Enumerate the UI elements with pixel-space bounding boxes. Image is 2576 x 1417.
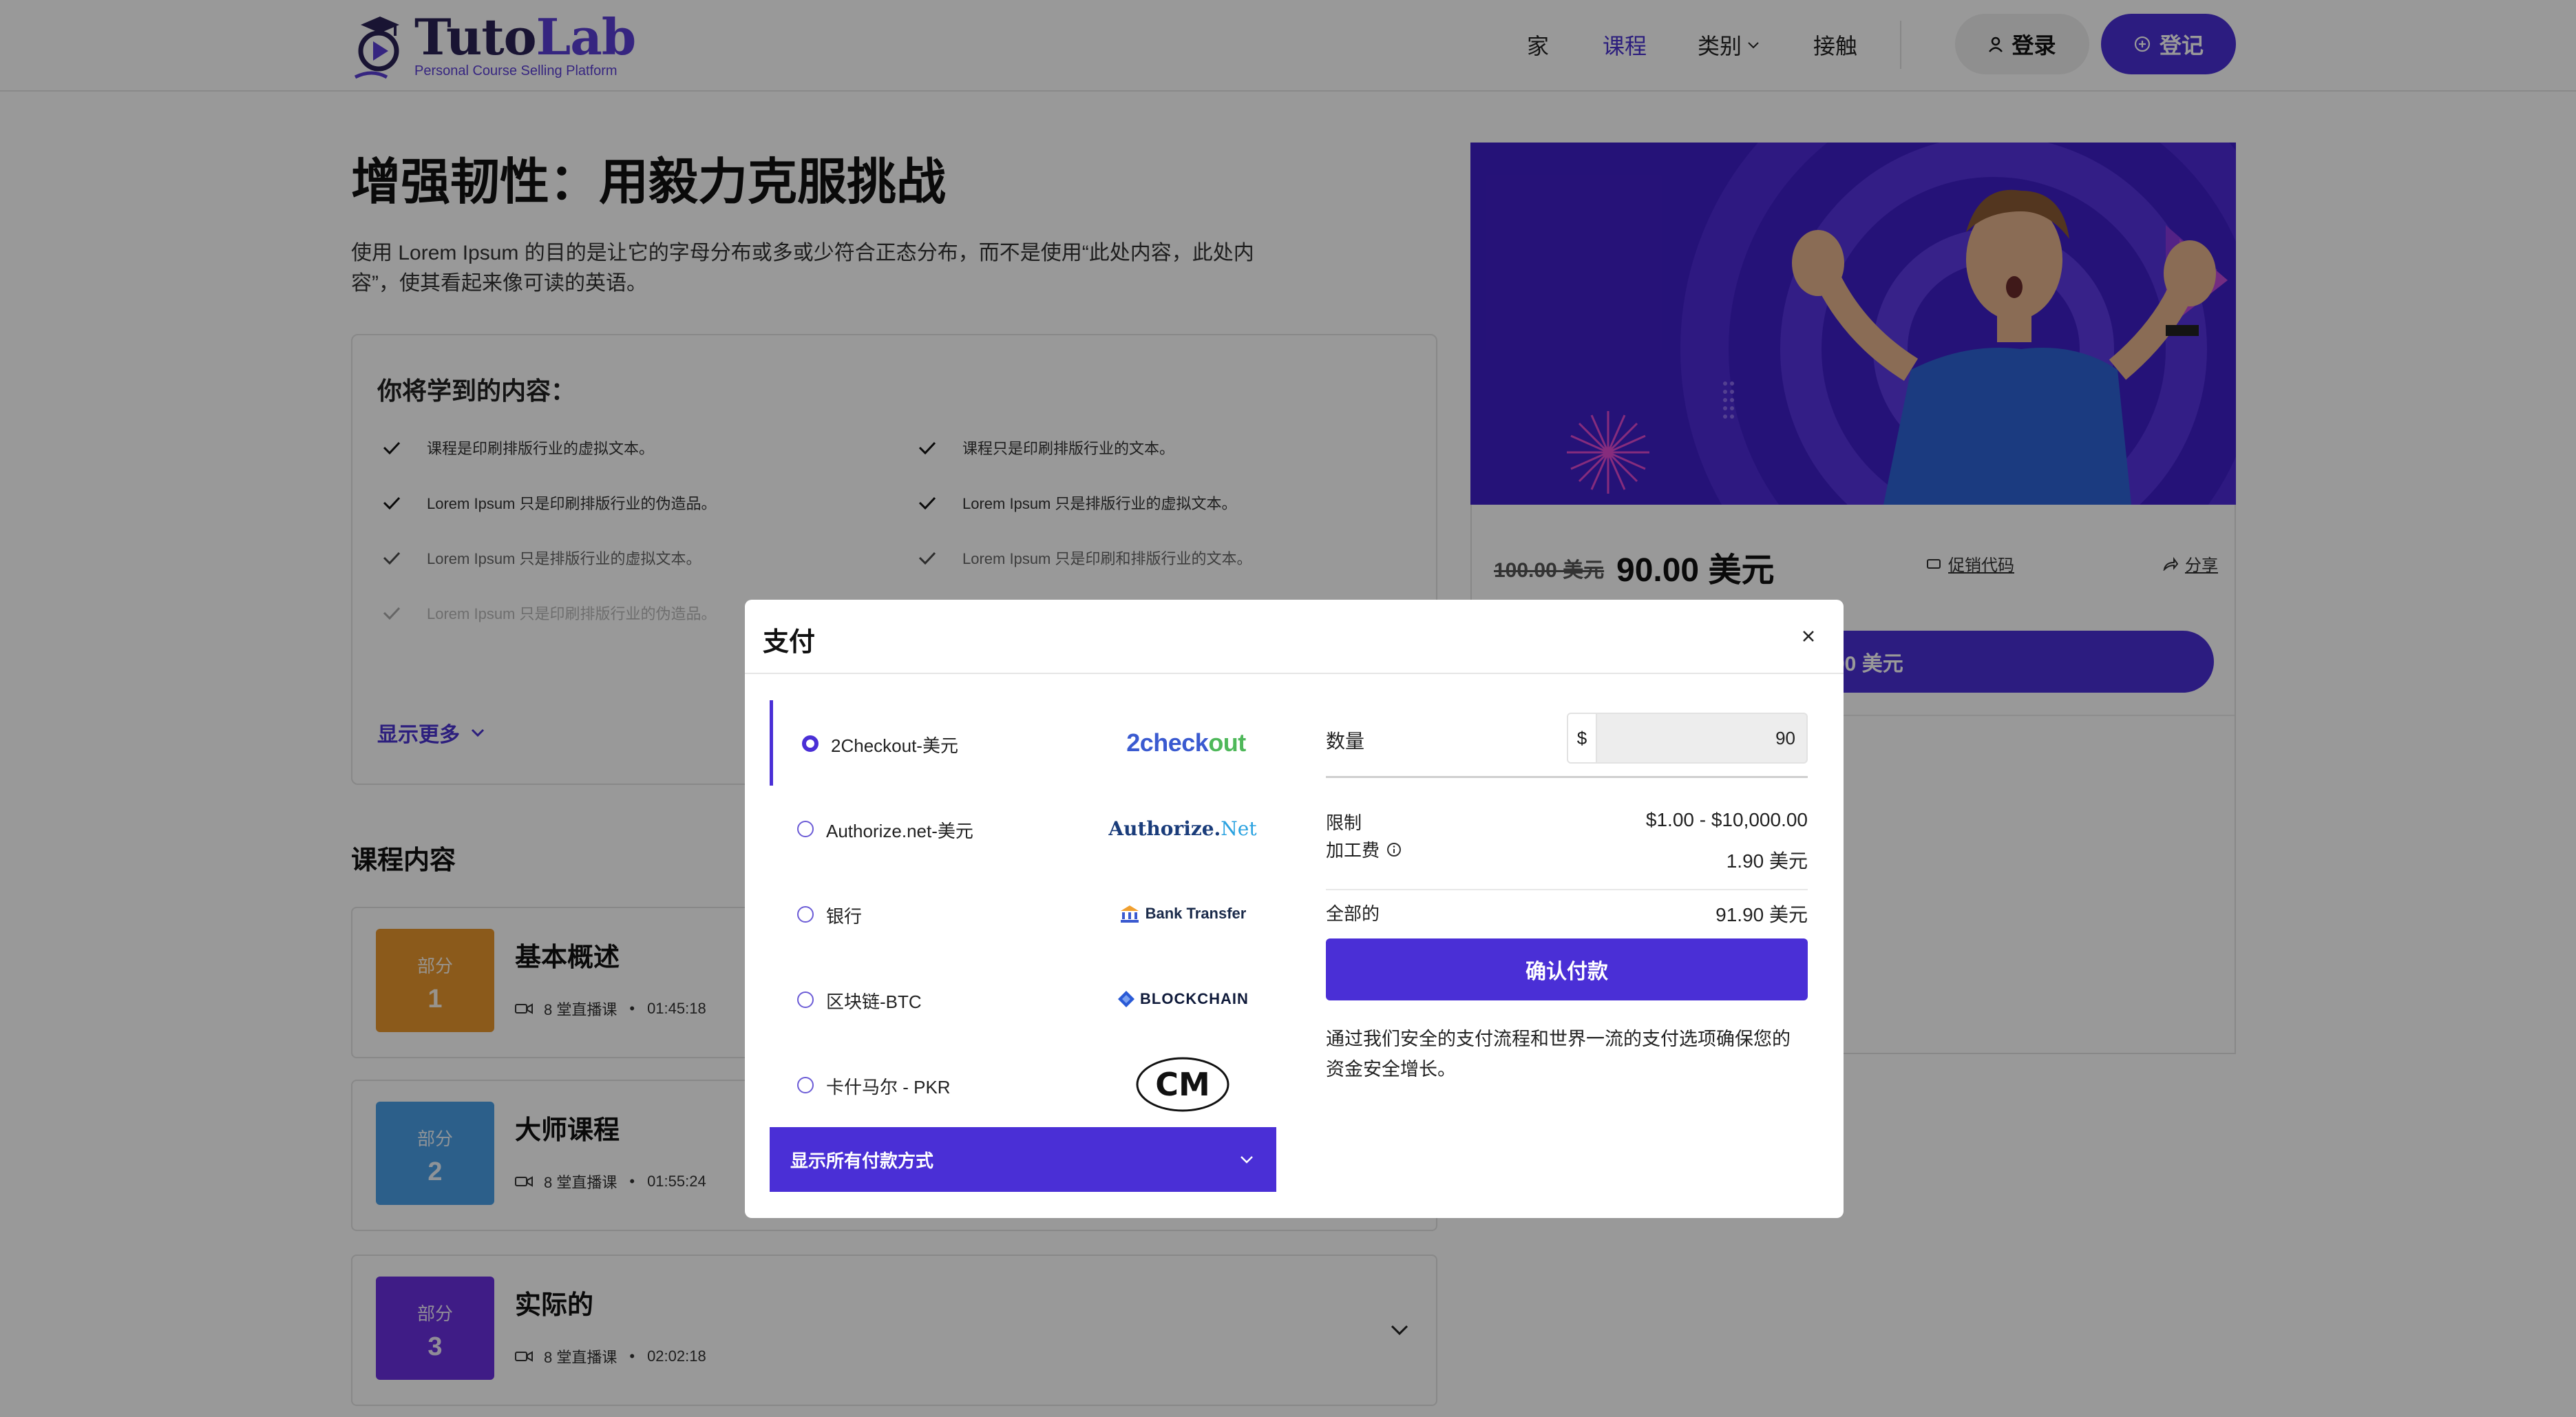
svg-text:CM: CM: [1155, 1066, 1210, 1103]
payment-modal: 支付 2Checkout-美元 2checkout Authorize.net-…: [745, 600, 1844, 1218]
blockchain-icon: [1118, 991, 1135, 1007]
confirm-payment-button[interactable]: 确认付款: [1326, 938, 1808, 1000]
bank-transfer-logo: Bank Transfer: [1114, 885, 1252, 943]
method-label: 2Checkout-美元: [831, 735, 958, 756]
authorize-net-logo: Authorize.Net: [1108, 817, 1257, 840]
2checkout-logo: 2checkout: [1126, 728, 1246, 757]
radio-unselected[interactable]: [797, 991, 814, 1008]
info-icon[interactable]: [1386, 842, 1402, 857]
method-label: Authorize.net-美元: [826, 821, 973, 841]
limit-label: 限制: [1326, 812, 1362, 833]
radio-unselected[interactable]: [797, 821, 814, 837]
radio-selected[interactable]: [802, 735, 819, 752]
total-value: 91.90 美元: [1715, 904, 1808, 925]
chevron-down-icon: [1241, 1156, 1253, 1164]
amount-label: 数量: [1326, 731, 1365, 752]
fee-row-label: 加工费: [1326, 837, 1402, 862]
show-all-label: 显示所有付款方式: [790, 1150, 934, 1171]
amount-input[interactable]: $ 90: [1567, 713, 1808, 764]
radio-unselected[interactable]: [797, 1077, 814, 1093]
secure-note: 通过我们安全的支付流程和世界一流的支付选项确保您的资金安全增长。: [1326, 1029, 1791, 1080]
payment-method-bank[interactable]: 银行 Bank Transfer: [770, 871, 1276, 956]
payment-method-authorize[interactable]: Authorize.net-美元 Authorize.Net: [770, 786, 1276, 871]
modal-header: 支付: [745, 600, 1844, 674]
payment-summary: 数量 $ 90 限制 $1.00 - $10,000.00 加工费 1.90 美…: [1326, 700, 1808, 1127]
currency-prefix: $: [1568, 714, 1597, 762]
divider: [1326, 889, 1808, 890]
fee-value: 1.90 美元: [1726, 850, 1808, 872]
radio-unselected[interactable]: [797, 906, 814, 923]
payment-method-2checkout[interactable]: 2Checkout-美元 2checkout: [770, 700, 1276, 786]
method-label: 卡什马尔 - PKR: [826, 1077, 951, 1098]
limit-value: $1.00 - $10,000.00: [1645, 809, 1808, 830]
amount-value[interactable]: 90: [1775, 728, 1795, 749]
blockchain-logo: BLOCKCHAIN: [1114, 970, 1252, 1028]
cashmaal-logo: CM: [1114, 1056, 1252, 1113]
method-label: 银行: [826, 906, 863, 927]
modal-title: 支付: [763, 628, 816, 657]
method-label: 区块链-BTC: [826, 991, 922, 1012]
show-all-methods-button[interactable]: 显示所有付款方式: [770, 1127, 1276, 1192]
divider: [1326, 776, 1808, 778]
payment-methods-list: 2Checkout-美元 2checkout Authorize.net-美元 …: [770, 700, 1276, 1127]
bank-icon: [1120, 905, 1139, 923]
total-label: 全部的: [1326, 903, 1380, 924]
payment-method-cashmaal[interactable]: 卡什马尔 - PKR CM: [770, 1042, 1276, 1127]
close-icon[interactable]: [1798, 626, 1819, 647]
payment-method-blockchain[interactable]: 区块链-BTC BLOCKCHAIN: [770, 956, 1276, 1042]
fee-label: 加工费: [1326, 840, 1380, 861]
